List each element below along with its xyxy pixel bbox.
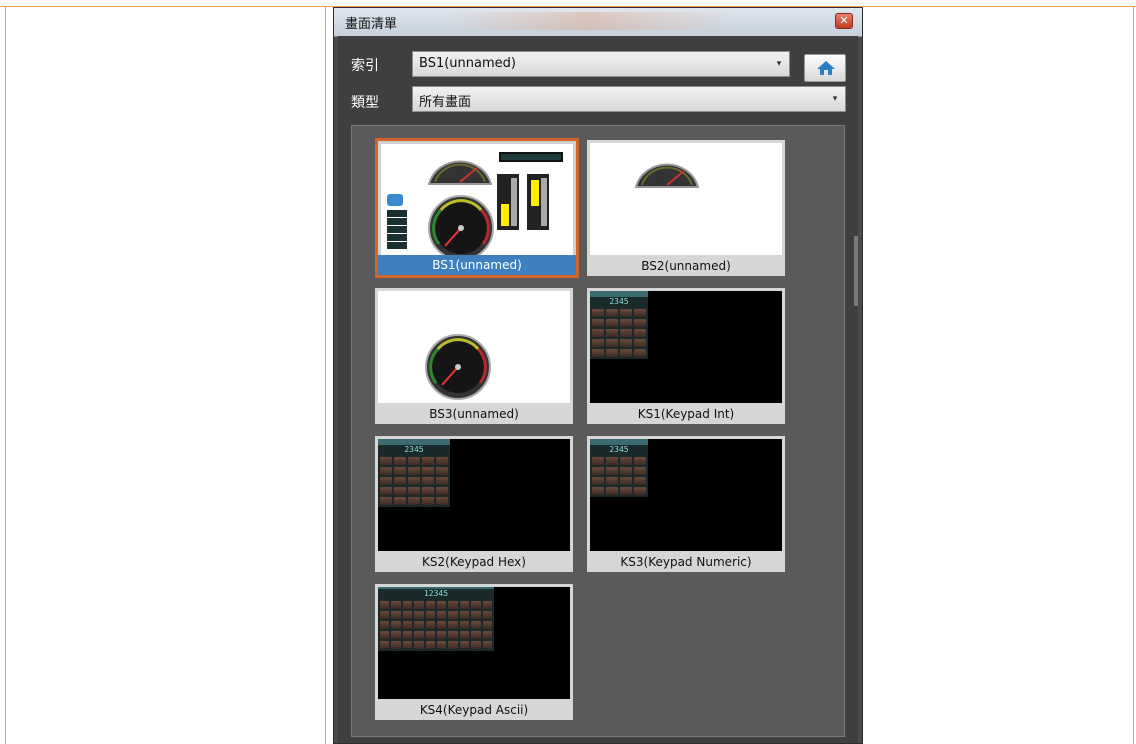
- scrollbar[interactable]: [854, 236, 858, 306]
- doc-table-right-border: [1133, 6, 1134, 744]
- thumbnail-preview: 2345: [590, 291, 782, 403]
- type-dropdown[interactable]: 所有畫面 ▾: [412, 86, 846, 112]
- screen-thumbnail-ks1[interactable]: 2345 KS1(Keypad Int): [587, 288, 785, 424]
- preview-graphics: [425, 334, 491, 400]
- type-label: 類型: [351, 95, 379, 111]
- keypad-display: 2345: [404, 445, 424, 454]
- home-button[interactable]: [804, 54, 846, 82]
- keypad-preview: 2345: [590, 439, 648, 497]
- screen-list-window: 畫面清單 ✕ 索引 BS1(unnamed) ▾ 類型 所有畫面 ▾ BS1(u…: [333, 7, 863, 744]
- thumbnail-label: BS2(unnamed): [641, 259, 731, 273]
- thumbnail-preview: [378, 291, 570, 403]
- screen-thumbnail-ks4[interactable]: 12345 KS4(Keypad Ascii): [375, 584, 573, 720]
- thumbnail-label: BS3(unnamed): [429, 407, 519, 421]
- keypad-display: 12345: [423, 589, 449, 598]
- window-title: 畫面清單: [345, 17, 398, 32]
- thumbnail-preview: 2345: [590, 439, 782, 551]
- screen-thumbnail-ks3[interactable]: 2345 KS3(Keypad Numeric): [587, 436, 785, 572]
- doc-table-middle-border: [325, 6, 326, 744]
- keypad-display: 2345: [609, 297, 629, 306]
- index-dropdown[interactable]: BS1(unnamed) ▾: [412, 51, 790, 77]
- screen-thumbnail-ks2[interactable]: 2345 KS2(Keypad Hex): [375, 436, 573, 572]
- type-dropdown-value: 所有畫面: [419, 95, 472, 110]
- title-bar-glow: [444, 12, 734, 30]
- thumbnail-label: KS3(Keypad Numeric): [620, 555, 752, 569]
- keypad-display: 2345: [609, 445, 629, 454]
- close-button[interactable]: ✕: [835, 13, 853, 29]
- screen-thumbnail-bs3[interactable]: BS3(unnamed): [375, 288, 573, 424]
- doc-table-left-border: [5, 6, 6, 744]
- keypad-preview: 12345: [378, 587, 494, 651]
- index-dropdown-value: BS1(unnamed): [419, 56, 516, 71]
- thumbnail-preview: 12345: [378, 587, 570, 699]
- chevron-down-icon: ▾: [832, 94, 838, 104]
- screen-thumbnail-list: BS1(unnamed) BS2(unnamed) BS3(unnamed) 2…: [351, 125, 845, 737]
- close-icon: ✕: [839, 14, 849, 27]
- preview-graphics: [634, 163, 700, 188]
- index-label: 索引: [351, 58, 379, 74]
- home-icon: [817, 61, 835, 75]
- screen-thumbnail-bs2[interactable]: BS2(unnamed): [587, 140, 785, 276]
- keypad-preview: 2345: [378, 439, 450, 507]
- keypad-preview: 2345: [590, 291, 648, 359]
- preview-graphics: [387, 152, 563, 256]
- thumbnail-preview: [590, 143, 782, 255]
- thumbnail-label: KS1(Keypad Int): [637, 407, 735, 421]
- thumbnail-label: KS4(Keypad Ascii): [419, 703, 529, 717]
- thumbnail-label: KS2(Keypad Hex): [422, 555, 526, 569]
- thumbnail-preview: 2345: [378, 439, 570, 551]
- screen-thumbnail-bs1[interactable]: BS1(unnamed): [375, 138, 579, 278]
- thumbnail-label: BS1(unnamed): [378, 255, 576, 275]
- title-bar[interactable]: 畫面清單 ✕: [334, 8, 862, 37]
- chevron-down-icon: ▾: [776, 59, 782, 69]
- thumbnail-preview: [381, 144, 573, 256]
